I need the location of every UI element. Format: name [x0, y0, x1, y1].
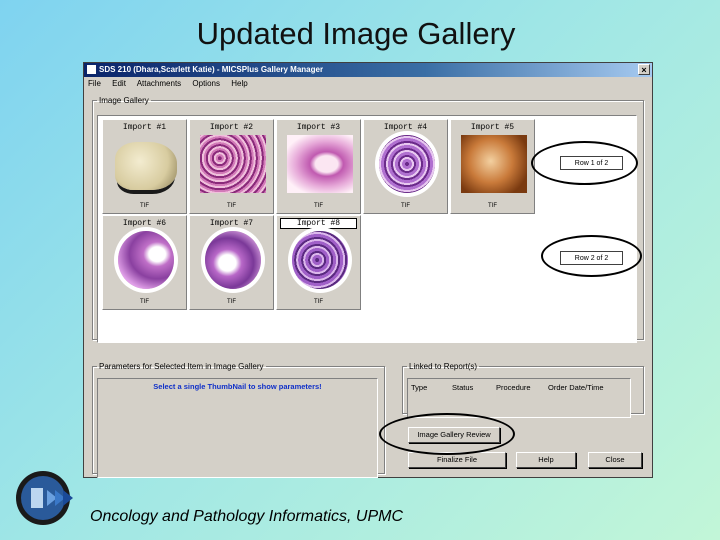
thumbnail-format: TIF	[140, 203, 149, 209]
thumbnail-import-7[interactable]: Import #7 TIF	[189, 215, 274, 310]
annotation-oval-row-1	[531, 141, 638, 185]
thumbnail-import-3[interactable]: Import #3 TIF	[276, 119, 361, 214]
thumbnail-import-2[interactable]: Import #2 TIF	[189, 119, 274, 214]
menu-bar: File Edit Attachments Options Help	[84, 77, 652, 90]
histology-image	[379, 135, 435, 193]
column-procedure[interactable]: Procedure	[496, 383, 531, 392]
annotation-oval-review	[379, 413, 515, 455]
menu-edit[interactable]: Edit	[112, 79, 126, 88]
thumbnail-format: TIF	[227, 299, 236, 305]
linked-reports-table[interactable]: Type Status Procedure Order Date/Time	[407, 378, 631, 418]
menu-attachments[interactable]: Attachments	[137, 79, 181, 88]
histology-image	[292, 231, 348, 289]
upmc-logo-icon	[13, 468, 81, 528]
thumbnail-label: Import #2	[209, 123, 254, 132]
slide-title: Updated Image Gallery	[196, 16, 516, 51]
thumbnail-label: Import #7	[209, 219, 254, 228]
thumbnail-import-4[interactable]: Import #4 TIF	[363, 119, 448, 214]
thumbnail-format: TIF	[140, 299, 149, 305]
window-titlebar[interactable]: SDS 210 (Dhara,Scarlett Katie) - MICSPlu…	[84, 63, 652, 77]
slide-footer: Oncology and Pathology Informatics, UPMC	[90, 508, 404, 525]
app-icon	[87, 65, 96, 74]
annotation-oval-row-2	[541, 235, 642, 277]
histology-image	[205, 231, 261, 289]
parameters-message: Select a single ThumbNail to show parame…	[153, 382, 322, 391]
menu-help[interactable]: Help	[231, 79, 247, 88]
menu-options[interactable]: Options	[192, 79, 220, 88]
window-title: SDS 210 (Dhara,Scarlett Katie) - MICSPlu…	[99, 65, 324, 74]
menu-file[interactable]: File	[88, 79, 101, 88]
close-button[interactable]: Close	[588, 452, 642, 468]
thumbnail-format: TIF	[314, 203, 323, 209]
parameters-group: Parameters for Selected Item in Image Ga…	[92, 362, 385, 478]
linked-reports-legend: Linked to Report(s)	[409, 362, 478, 371]
thumbnail-format: TIF	[401, 203, 410, 209]
thumbnail-label: Import #5	[470, 123, 515, 132]
gross-specimen-image	[115, 142, 177, 190]
thumbnail-format: TIF	[227, 203, 236, 209]
thumbnail-label: Import #4	[383, 123, 428, 132]
thumbnail-import-1[interactable]: Import #1 TIF	[102, 119, 187, 214]
thumbnail-format: TIF	[314, 299, 323, 305]
histology-image	[200, 135, 266, 193]
thumbnail-import-5[interactable]: Import #5 TIF	[450, 119, 535, 214]
thumbnail-label: Import #3	[296, 123, 341, 132]
window-close-button[interactable]: ×	[638, 64, 650, 75]
histology-image	[118, 231, 174, 289]
image-gallery-legend: Image Gallery	[99, 96, 149, 105]
thumbnail-format: TIF	[488, 203, 497, 209]
thumbnail-import-6[interactable]: Import #6 TIF	[102, 215, 187, 310]
thumbnail-import-8[interactable]: Import #8 TIF	[276, 215, 361, 310]
column-order-date-time[interactable]: Order Date/Time	[548, 383, 604, 392]
image-gallery-group: Image Gallery Import #1 TIF Import #2 TI…	[92, 96, 644, 343]
parameters-legend: Parameters for Selected Item in Image Ga…	[99, 362, 264, 371]
help-button[interactable]: Help	[516, 452, 576, 468]
endoscopy-image	[461, 135, 527, 193]
column-status[interactable]: Status	[452, 383, 473, 392]
thumbnail-label: Import #6	[122, 219, 167, 228]
histology-image	[287, 135, 353, 193]
linked-reports-group: Linked to Report(s) Type Status Procedur…	[402, 362, 644, 418]
thumbnail-label: Import #1	[122, 123, 167, 132]
column-type[interactable]: Type	[411, 383, 427, 392]
parameters-area: Select a single ThumbNail to show parame…	[97, 378, 378, 478]
thumbnail-label: Import #8	[280, 218, 357, 229]
